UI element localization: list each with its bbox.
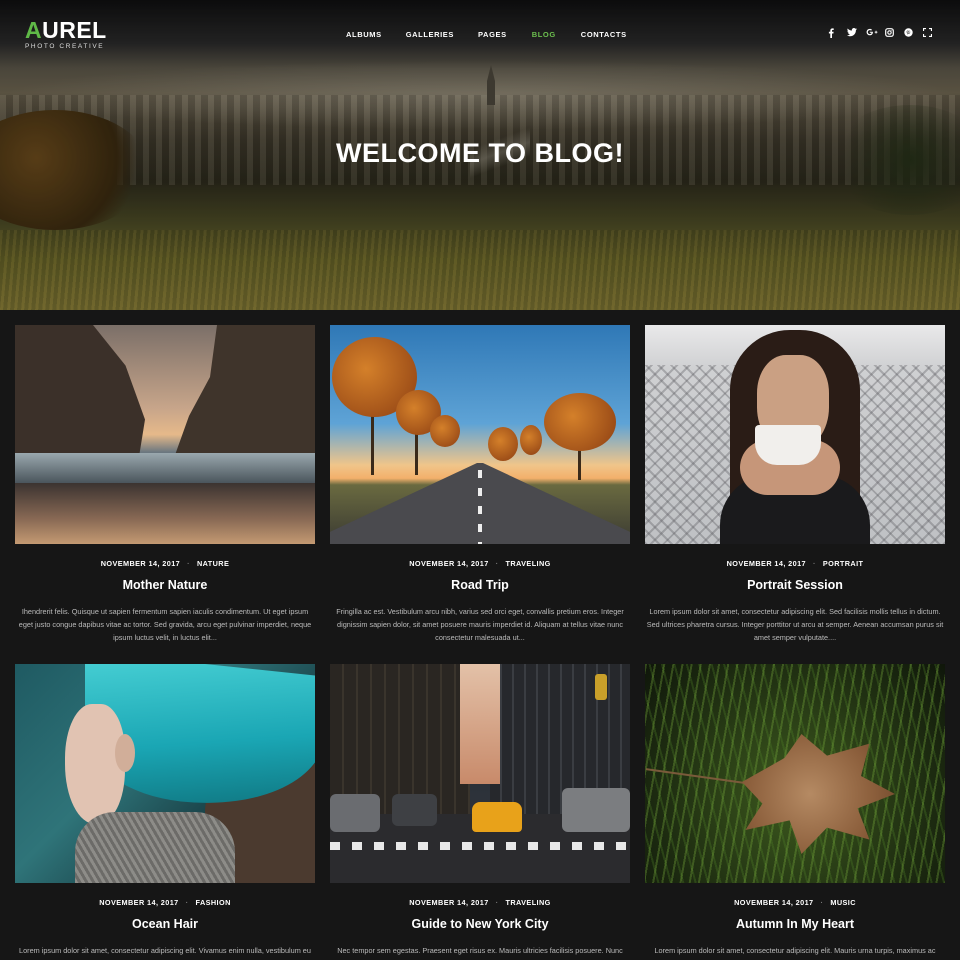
post-meta: NOVEMBER 14, 2017 · PORTRAIT <box>645 559 945 568</box>
post-title[interactable]: Mother Nature <box>15 578 315 592</box>
road-line <box>478 470 482 544</box>
post-meta: NOVEMBER 14, 2017 · MUSIC <box>645 898 945 907</box>
google-plus-icon[interactable] <box>866 28 885 38</box>
nav-item-galleries[interactable]: GALLERIES <box>406 30 454 39</box>
post-meta: NOVEMBER 14, 2017 · TRAVELING <box>330 559 630 568</box>
ear <box>115 734 135 772</box>
rock-right <box>175 325 315 455</box>
main-nav: ALBUMS GALLERIES PAGES BLOG CONTACTS <box>346 30 627 39</box>
post-excerpt: Fringilla ac est. Vestibulum arcu nibh, … <box>336 607 624 642</box>
facebook-icon[interactable] <box>828 28 847 38</box>
rock-left <box>15 325 145 460</box>
post-title[interactable]: Autumn In My Heart <box>645 917 945 931</box>
instagram-icon[interactable] <box>885 28 904 38</box>
post-excerpt: Ihendrerit felis. Quisque ut sapien ferm… <box>18 607 312 642</box>
post-title[interactable]: Road Trip <box>330 578 630 592</box>
post-card-ocean-hair: NOVEMBER 14, 2017 · FASHION Ocean Hair Lor… <box>15 664 315 960</box>
tree <box>430 415 460 447</box>
post-thumbnail[interactable] <box>15 325 315 544</box>
twitter-icon[interactable] <box>847 28 866 38</box>
post-category[interactable]: MUSIC <box>830 898 856 907</box>
pinterest-icon[interactable] <box>904 28 923 38</box>
meta-separator: · <box>495 559 499 568</box>
car <box>562 788 630 832</box>
taxi <box>472 802 522 832</box>
post-card-road-trip: NOVEMBER 14, 2017 · TRAVELING Road Trip Fr… <box>330 325 630 644</box>
post-thumbnail[interactable] <box>330 325 630 544</box>
logo-first-letter: A <box>25 17 43 43</box>
post-date[interactable]: NOVEMBER 14, 2017 <box>409 559 488 568</box>
post-card-new-york: NOVEMBER 14, 2017 · TRAVELING Guide to New… <box>330 664 630 960</box>
nav-item-contacts[interactable]: CONTACTS <box>581 30 627 39</box>
hero-banner: AUREL PHOTO CREATIVE ALBUMS GALLERIES PA… <box>0 0 960 310</box>
post-thumbnail[interactable] <box>330 664 630 883</box>
post-excerpt: Lorem ipsum dolor sit amet, consectetur … <box>654 946 936 960</box>
buildings-left <box>330 664 470 814</box>
meta-separator: · <box>820 898 824 907</box>
post-meta: NOVEMBER 14, 2017 · NATURE <box>15 559 315 568</box>
traffic-light <box>595 674 607 700</box>
sky <box>460 664 500 784</box>
post-category[interactable]: TRAVELING <box>506 559 551 568</box>
fullscreen-icon[interactable] <box>923 28 942 38</box>
meta-separator: · <box>495 898 499 907</box>
post-card-mother-nature: NOVEMBER 14, 2017 · NATURE Mother Nature I… <box>15 325 315 644</box>
post-excerpt: Lorem ipsum dolor sit amet, consectetur … <box>19 946 311 960</box>
sea <box>15 453 315 483</box>
meta-separator: · <box>813 559 816 568</box>
post-card-autumn: NOVEMBER 14, 2017 · MUSIC Autumn In My Hea… <box>645 664 945 960</box>
logo-tagline: PHOTO CREATIVE <box>25 43 105 50</box>
post-excerpt: Lorem ipsum dolor sit amet, consectetur … <box>646 607 944 642</box>
sand <box>15 483 315 544</box>
logo-wordmark: AUREL <box>25 18 107 42</box>
crosswalk <box>330 842 630 850</box>
social-links <box>828 28 942 38</box>
post-title[interactable]: Ocean Hair <box>15 917 315 931</box>
tree <box>488 427 518 461</box>
logo-rest: UREL <box>42 17 107 43</box>
post-thumbnail[interactable] <box>645 325 945 544</box>
meta-separator: · <box>187 559 190 568</box>
post-title[interactable]: Guide to New York City <box>330 917 630 931</box>
post-category[interactable]: NATURE <box>197 559 229 568</box>
post-date[interactable]: NOVEMBER 14, 2017 <box>409 898 488 907</box>
nav-item-albums[interactable]: ALBUMS <box>346 30 382 39</box>
coffee-cup <box>755 425 821 465</box>
post-category[interactable]: PORTRAIT <box>823 559 864 568</box>
nav-item-blog[interactable]: BLOG <box>532 30 556 39</box>
post-meta: NOVEMBER 14, 2017 · TRAVELING <box>330 898 630 907</box>
post-category[interactable]: TRAVELING <box>506 898 551 907</box>
tree <box>544 393 616 451</box>
sweater <box>75 812 235 883</box>
post-date[interactable]: NOVEMBER 14, 2017 <box>99 898 178 907</box>
post-thumbnail[interactable] <box>15 664 315 883</box>
meta-separator: · <box>185 898 189 907</box>
nav-item-pages[interactable]: PAGES <box>478 30 507 39</box>
car <box>330 794 380 832</box>
post-meta: NOVEMBER 14, 2017 · FASHION <box>15 898 315 907</box>
post-date[interactable]: NOVEMBER 14, 2017 <box>734 898 813 907</box>
logo[interactable]: AUREL PHOTO CREATIVE <box>25 18 107 50</box>
page-title: WELCOME TO BLOG! <box>336 138 624 168</box>
post-excerpt: Nec tempor sem egestas. Praesent eget ri… <box>337 946 623 960</box>
post-title[interactable]: Portrait Session <box>645 578 945 592</box>
post-thumbnail[interactable] <box>645 664 945 883</box>
post-category[interactable]: FASHION <box>196 898 231 907</box>
post-date[interactable]: NOVEMBER 14, 2017 <box>727 559 806 568</box>
post-date[interactable]: NOVEMBER 14, 2017 <box>101 559 180 568</box>
post-card-portrait-session: NOVEMBER 14, 2017 · PORTRAIT Portrait Sess… <box>645 325 945 644</box>
tree <box>520 425 542 455</box>
car <box>392 794 437 826</box>
